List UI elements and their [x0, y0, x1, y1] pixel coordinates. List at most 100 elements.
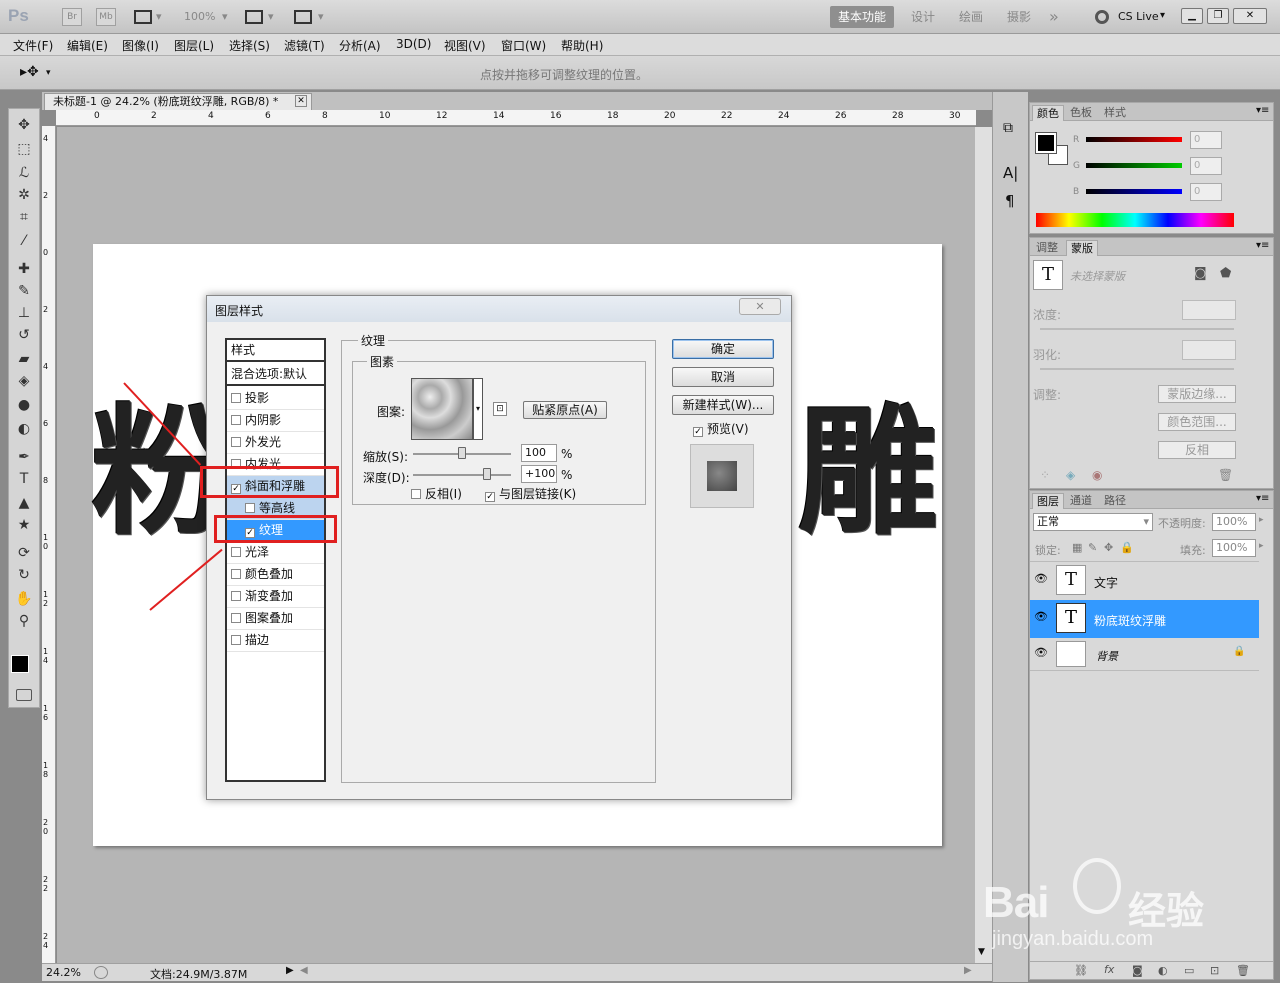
style-item-outer-glow[interactable]: 外发光 — [227, 432, 324, 454]
tab-paths[interactable]: 路径 — [1100, 493, 1130, 509]
visibility-eye-icon[interactable]: 👁 — [1034, 610, 1048, 623]
menu-image[interactable]: 图像(I) — [122, 37, 159, 54]
tab-masks[interactable]: 蒙版 — [1066, 240, 1098, 256]
link-layers-icon[interactable]: ⛓ — [1074, 964, 1088, 977]
panel-menu-icon[interactable]: ▾≡ — [1256, 493, 1269, 504]
blend-options-item[interactable]: 混合选项:默认 — [227, 364, 324, 386]
paragraph-panel-icon[interactable]: ¶ — [1005, 192, 1015, 210]
restore-icon[interactable]: ❐ — [1207, 8, 1229, 24]
add-mask-icon[interactable]: ◙ — [1132, 964, 1143, 977]
checkbox-checked[interactable]: ✓ — [693, 427, 703, 437]
marquee-tool-icon[interactable]: ⬚ — [13, 139, 35, 159]
style-item-color-overlay[interactable]: 颜色叠加 — [227, 564, 324, 586]
crop-tool-icon[interactable]: ⌗ — [13, 207, 35, 227]
red-slider[interactable] — [1086, 137, 1182, 142]
delete-layer-icon[interactable]: 🗑 — [1236, 964, 1250, 977]
checkbox[interactable] — [231, 613, 241, 623]
styles-header[interactable]: 样式 — [227, 340, 324, 362]
menu-filter[interactable]: 滤镜(T) — [284, 37, 325, 54]
workspace-essentials[interactable]: 基本功能 — [830, 6, 895, 28]
arrange-documents-icon[interactable] — [245, 10, 263, 24]
visibility-eye-icon[interactable]: 👁 — [1034, 572, 1048, 585]
checkbox[interactable] — [245, 503, 255, 513]
menu-analysis[interactable]: 分析(A) — [339, 37, 381, 54]
depth-slider-thumb[interactable] — [482, 468, 491, 480]
cslive-button[interactable]: CS Live — [1118, 10, 1159, 23]
color-range-button[interactable]: 颜色范围... — [1158, 413, 1236, 431]
minibridge-button[interactable]: Mb — [96, 8, 116, 26]
delete-mask-icon[interactable]: 🗑 — [1218, 468, 1233, 482]
layer-row[interactable]: 👁 背景 🔒 — [1030, 639, 1259, 671]
status-menu-arrow-icon[interactable]: ▶ — [286, 965, 294, 976]
style-item-pattern-overlay[interactable]: 图案叠加 — [227, 608, 324, 630]
link-with-layer-option[interactable]: ✓ 与图层链接(K) — [485, 485, 576, 502]
menu-file[interactable]: 文件(F) — [13, 37, 53, 54]
style-item-satin[interactable]: 光泽 — [227, 542, 324, 564]
menu-edit[interactable]: 编辑(E) — [67, 37, 108, 54]
checkbox[interactable] — [231, 415, 241, 425]
dialog-title-bar[interactable]: 图层样式 ✕ — [207, 296, 791, 322]
layer-name[interactable]: 背景 — [1096, 648, 1118, 664]
hand-tool-icon[interactable]: ✋ — [13, 589, 35, 609]
preview-option[interactable]: ✓ 预览(V) — [693, 420, 749, 437]
lasso-tool-icon[interactable]: ℒ — [13, 163, 35, 183]
green-value[interactable]: 0 — [1190, 157, 1222, 175]
vector-mask-icon[interactable]: ⬟ — [1220, 266, 1231, 281]
checkbox[interactable] — [231, 547, 241, 557]
brush-tool-icon[interactable]: ✎ — [13, 281, 35, 301]
menu-help[interactable]: 帮助(H) — [561, 37, 603, 54]
history-panel-icon[interactable]: ⧉ — [1003, 120, 1013, 136]
foreground-color-swatch[interactable] — [11, 655, 29, 673]
shape-tool-icon[interactable]: ★ — [13, 515, 35, 535]
healing-brush-icon[interactable]: ✚ — [13, 259, 35, 279]
green-slider[interactable] — [1086, 163, 1182, 168]
snap-to-origin-button[interactable]: 贴紧原点(A) — [523, 401, 607, 419]
move-tool-icon[interactable]: ✥ — [13, 115, 35, 135]
quick-mask-icon[interactable] — [16, 689, 32, 701]
lock-position-icon[interactable]: ✥ — [1104, 541, 1113, 554]
new-layer-icon[interactable]: ⊡ — [1210, 964, 1219, 977]
eyedropper-icon[interactable]: ⁄ — [13, 231, 35, 251]
cancel-button[interactable]: 取消 — [672, 367, 774, 387]
ok-button[interactable]: 确定 — [672, 339, 774, 359]
tab-channels[interactable]: 通道 — [1066, 493, 1096, 509]
fill-field[interactable]: 100% — [1212, 539, 1256, 557]
opacity-arrow-icon[interactable]: ▸ — [1259, 515, 1264, 525]
clone-stamp-icon[interactable]: ⊥ — [13, 303, 35, 323]
feather-field[interactable] — [1182, 340, 1236, 360]
scale-slider-thumb[interactable] — [458, 447, 466, 459]
invert-option[interactable]: 反相(I) — [411, 485, 462, 502]
tab-layers[interactable]: 图层 — [1032, 493, 1064, 509]
zoom-tool-icon[interactable]: ⚲ — [13, 611, 35, 631]
dodge-tool-icon[interactable]: ◐ — [13, 419, 35, 439]
tab-styles[interactable]: 样式 — [1100, 105, 1130, 121]
pattern-dropdown-icon[interactable]: ▾ — [473, 378, 483, 440]
lock-pixels-icon[interactable]: ✎ — [1088, 541, 1097, 554]
vertical-scrollbar[interactable]: ▼ — [975, 127, 992, 963]
scroll-right-icon[interactable]: ▶ — [964, 965, 972, 976]
eraser-tool-icon[interactable]: ▰ — [13, 349, 35, 369]
history-brush-icon[interactable]: ↺ — [13, 325, 35, 345]
bridge-button[interactable]: Br — [62, 8, 82, 26]
magic-wand-icon[interactable]: ✲ — [13, 185, 35, 205]
scroll-down-icon[interactable]: ▼ — [978, 947, 985, 957]
density-field[interactable] — [1182, 300, 1236, 320]
opacity-field[interactable]: 100% — [1212, 513, 1256, 531]
menu-select[interactable]: 选择(S) — [229, 37, 270, 54]
move-tool-preset-icon[interactable]: ▸✥ — [20, 64, 39, 80]
zoom-level[interactable]: 100% — [184, 10, 215, 23]
style-item-stroke[interactable]: 描边 — [227, 630, 324, 652]
checkbox[interactable] — [411, 489, 421, 499]
new-style-button[interactable]: 新建样式(W)... — [672, 395, 774, 415]
close-tab-icon[interactable]: ✕ — [295, 95, 307, 107]
disable-mask-icon[interactable]: ◉ — [1092, 468, 1102, 482]
apply-mask-icon[interactable]: ◈ — [1066, 468, 1075, 482]
tab-swatches[interactable]: 色板 — [1066, 105, 1096, 121]
status-zoom[interactable]: 24.2% — [46, 966, 81, 979]
visibility-eye-icon[interactable]: 👁 — [1034, 646, 1048, 659]
density-slider[interactable] — [1040, 328, 1234, 330]
style-item-gradient-overlay[interactable]: 渐变叠加 — [227, 586, 324, 608]
close-icon[interactable]: ✕ — [739, 298, 781, 315]
workspace-painting[interactable]: 绘画 — [951, 6, 991, 28]
fill-arrow-icon[interactable]: ▸ — [1259, 541, 1264, 551]
